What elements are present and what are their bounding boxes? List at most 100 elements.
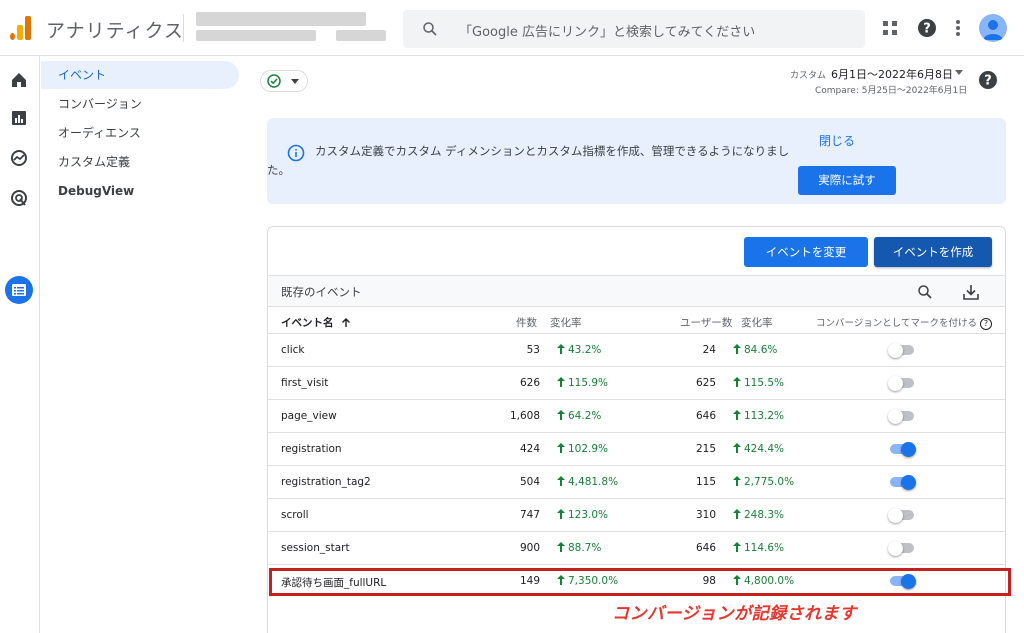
count-change: 102.9% — [557, 443, 608, 455]
users-change-value: 2,775.0% — [744, 476, 795, 488]
subnav-item-conversions[interactable]: コンバージョン — [41, 90, 239, 118]
user-count: 625 — [695, 377, 716, 389]
help-icon[interactable]: ? — [980, 317, 993, 330]
event-name[interactable]: first_visit — [281, 377, 328, 389]
arrow-up-icon — [733, 443, 741, 453]
conversion-header-label: コンバージョンとしてマークを付ける — [816, 318, 978, 329]
arrow-up-icon — [557, 443, 565, 453]
column-header-users[interactable]: ユーザー数 — [680, 315, 732, 330]
help-icon[interactable]: ? — [917, 18, 937, 38]
event-name[interactable]: registration — [281, 443, 342, 455]
users-change-value: 84.6% — [744, 344, 778, 356]
table-row[interactable]: registration_tag2 504 4,481.8% 115 2,775.0% — [268, 465, 1005, 498]
analytics-logo-icon[interactable] — [10, 16, 32, 40]
account-selector[interactable] — [196, 12, 386, 42]
conversion-toggle[interactable] — [888, 409, 916, 424]
date-range-selector[interactable]: 6月1日〜2022年6月8日 — [831, 66, 953, 82]
users-change-value: 248.3% — [744, 509, 785, 521]
search-icon[interactable] — [916, 283, 934, 301]
svg-text:?: ? — [984, 74, 992, 89]
arrow-up-icon — [557, 377, 565, 387]
top-bar: アナリティクス 「Google 広告にリンク」と検索してみてください ? — [0, 0, 1024, 56]
event-count: 53 — [526, 344, 540, 356]
subnav-item-audiences[interactable]: オーディエンス — [41, 119, 239, 147]
count-change-value: 43.2% — [568, 344, 602, 356]
highlight-box — [269, 568, 1011, 596]
count-change: 123.0% — [557, 509, 608, 521]
count-change-value: 102.9% — [568, 443, 609, 455]
table-row[interactable]: registration 424 102.9% 215 424.4% — [268, 432, 1005, 465]
download-icon[interactable] — [962, 283, 980, 301]
list-icon — [12, 284, 26, 296]
app-title: アナリティクス — [46, 20, 184, 42]
avatar[interactable] — [979, 14, 1007, 42]
arrow-up-icon — [557, 542, 565, 552]
configure-nav-button[interactable] — [5, 276, 33, 304]
conversion-toggle[interactable] — [888, 541, 916, 556]
event-count: 900 — [519, 542, 540, 554]
users-change-value: 424.4% — [744, 443, 785, 455]
count-change-value: 88.7% — [568, 542, 602, 554]
conversion-toggle[interactable] — [888, 376, 916, 391]
table-row[interactable]: click 53 43.2% 24 84.6% — [268, 333, 1005, 366]
arrow-up-icon — [733, 542, 741, 552]
close-banner-link[interactable]: 閉じる — [819, 132, 855, 149]
column-header-change1[interactable]: 変化率 — [550, 315, 582, 330]
table-row[interactable]: scroll 747 123.0% 310 248.3% — [268, 498, 1005, 531]
table-row[interactable]: first_visit 626 115.9% 625 115.5% — [268, 366, 1005, 399]
users-change-value: 113.2% — [744, 410, 785, 422]
count-change: 43.2% — [557, 344, 601, 356]
apps-grid-icon[interactable] — [882, 20, 898, 36]
sort-ascending-icon[interactable] — [341, 318, 351, 328]
modify-event-button[interactable]: イベントを変更 — [744, 237, 868, 267]
help-icon[interactable]: ? — [978, 70, 998, 90]
event-count: 1,608 — [509, 410, 540, 422]
sub-navigation: イベント コンバージョン オーディエンス カスタム定義 DebugView — [41, 56, 251, 633]
search-input[interactable]: 「Google 広告にリンク」と検索してみてください — [403, 10, 865, 48]
subnav-item-custom-definitions[interactable]: カスタム定義 — [41, 148, 239, 176]
user-count: 310 — [695, 509, 716, 521]
table-row[interactable]: page_view 1,608 64.2% 646 113.2% — [268, 399, 1005, 432]
status-chip[interactable] — [260, 70, 308, 92]
event-name[interactable]: page_view — [281, 410, 337, 422]
reports-icon[interactable] — [9, 108, 29, 128]
subnav-item-events[interactable]: イベント — [41, 61, 239, 89]
event-name[interactable]: scroll — [281, 509, 309, 521]
event-name[interactable]: registration_tag2 — [281, 476, 371, 488]
compare-range: Compare: 5月25日〜2022年6月1日 — [815, 86, 968, 96]
table-row[interactable]: session_start 900 88.7% 646 114.6% — [268, 531, 1005, 564]
conversion-toggle[interactable] — [888, 508, 916, 523]
count-change: 64.2% — [557, 410, 601, 422]
date-caret-icon[interactable] — [955, 70, 963, 75]
users-change: 2,775.0% — [733, 476, 794, 488]
explore-icon[interactable] — [9, 148, 29, 168]
count-change: 115.9% — [557, 377, 608, 389]
svg-text:?: ? — [923, 22, 931, 37]
user-count: 24 — [702, 344, 716, 356]
annotation-text: コンバージョンが記録されます — [612, 604, 857, 624]
event-count: 424 — [519, 443, 540, 455]
advertising-icon[interactable] — [9, 188, 29, 208]
conversion-toggle[interactable] — [888, 343, 916, 358]
count-change-value: 4,481.8% — [568, 476, 619, 488]
event-count: 747 — [519, 509, 540, 521]
event-name[interactable]: session_start — [281, 542, 350, 554]
more-vert-icon[interactable] — [951, 18, 965, 38]
check-circle-icon — [267, 74, 281, 88]
column-header-event-name[interactable]: イベント名 — [281, 315, 351, 330]
event-name-header-label: イベント名 — [281, 317, 334, 329]
create-event-button[interactable]: イベントを作成 — [874, 237, 992, 267]
arrow-up-icon — [557, 410, 565, 420]
home-icon[interactable] — [9, 70, 29, 90]
conversion-toggle[interactable] — [888, 442, 916, 457]
arrow-up-icon — [733, 377, 741, 387]
try-it-button[interactable]: 実際に試す — [798, 166, 896, 195]
arrow-up-icon — [557, 344, 565, 354]
user-count: 646 — [695, 410, 716, 422]
subnav-item-debugview[interactable]: DebugView — [41, 177, 239, 205]
count-change-value: 115.9% — [568, 377, 609, 389]
column-header-change2[interactable]: 変化率 — [741, 315, 773, 330]
conversion-toggle[interactable] — [888, 475, 916, 490]
event-name[interactable]: click — [281, 344, 304, 356]
column-header-count[interactable]: 件数 — [516, 315, 537, 330]
